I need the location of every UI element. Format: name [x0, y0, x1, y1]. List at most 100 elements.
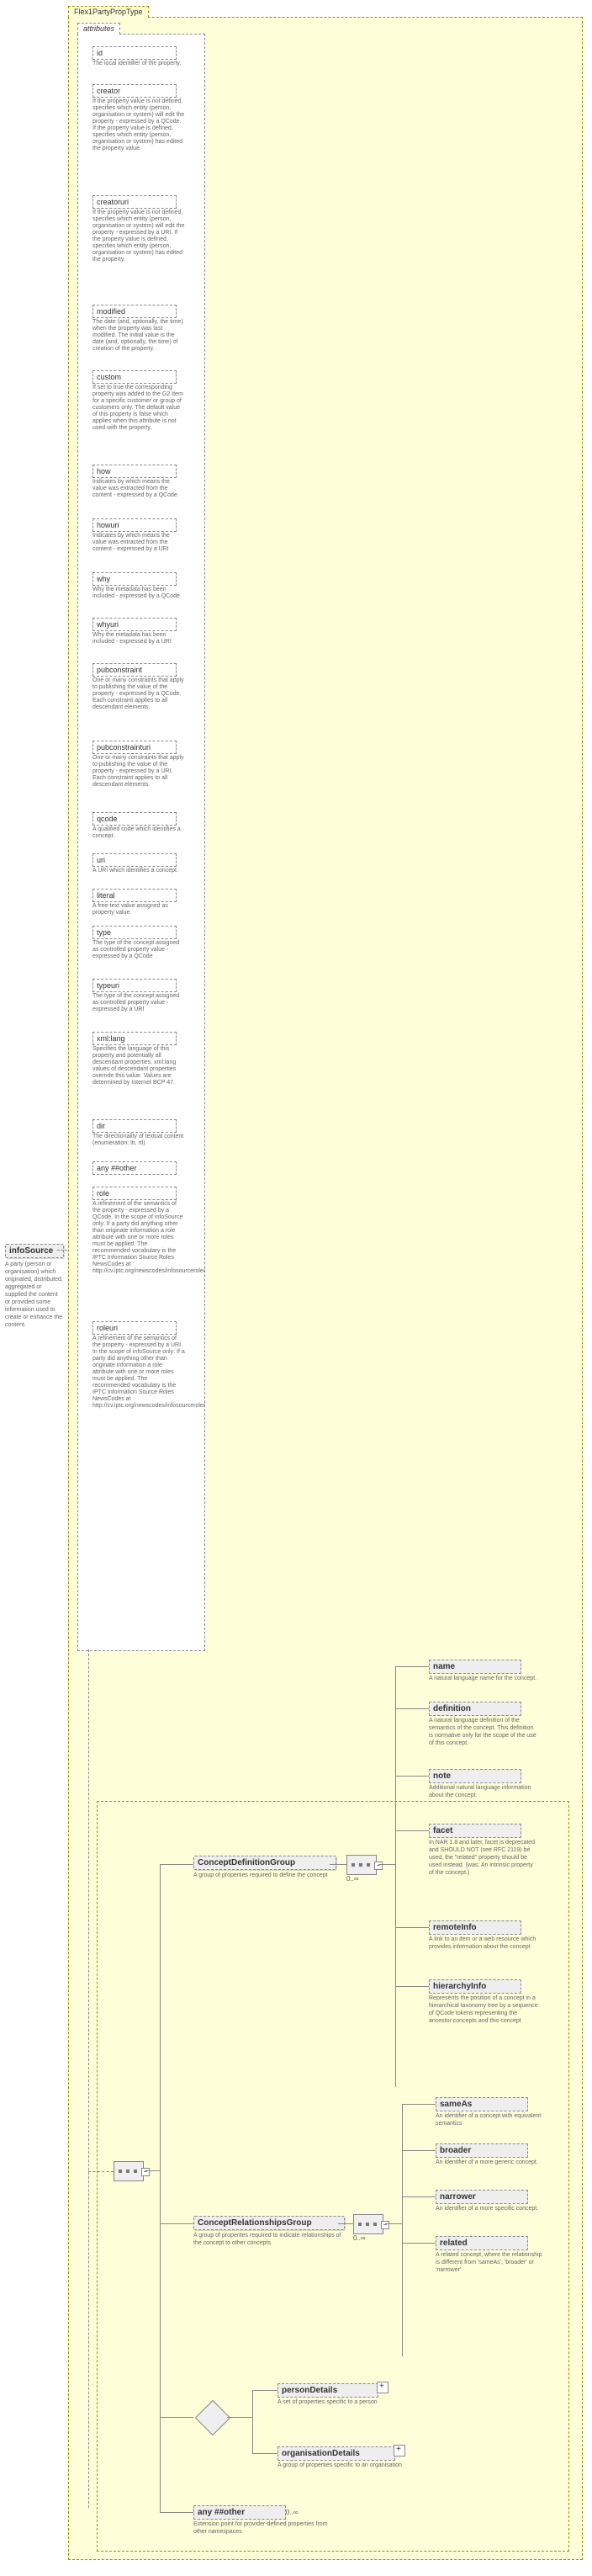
node-title: organisationDetails	[282, 2449, 360, 2458]
node-hierarchyInfo-desc: Represents the position of a concept in …	[429, 1994, 538, 2025]
node-sameAs[interactable]: sameAs	[436, 2097, 528, 2111]
attr-custom[interactable]: custom	[92, 370, 177, 384]
sequence-icon[interactable]: −	[353, 2214, 383, 2234]
node-broader-desc: An identifier of a more generic concept.	[436, 2159, 545, 2166]
attr-pubconstrainturi[interactable]: pubconstrainturi	[92, 741, 177, 754]
node-personDetails[interactable]: personDetails	[278, 2383, 378, 2398]
node-facet-desc: In NAR 1.8 and later, facet is deprecate…	[429, 1839, 538, 1877]
node-broader[interactable]: broader	[436, 2143, 528, 2158]
expand-icon[interactable]: +	[394, 2445, 405, 2456]
attr-label: any ##other	[97, 1164, 137, 1172]
connector	[402, 2243, 436, 2244]
attr-label: literal	[97, 891, 115, 900]
cardinality: 0..∞	[346, 1875, 359, 1883]
node-personDetails-desc: A set of properties specific to a person	[278, 2398, 395, 2406]
attr-type-desc: The type of the concept assigned as cont…	[92, 940, 185, 960]
attr-howuri-desc: Indicates by which means the value was e…	[92, 533, 185, 553]
node-title: related	[440, 2239, 468, 2248]
attr-literal-desc: A free-text value assigned as property v…	[92, 903, 185, 916]
attr-label: role	[97, 1189, 109, 1198]
node-facet[interactable]: facet	[429, 1824, 521, 1838]
node-title: note	[433, 1771, 451, 1781]
sequence-icon[interactable]: −	[114, 2161, 144, 2181]
attr-how[interactable]: how	[92, 465, 177, 478]
connector	[160, 2417, 193, 2418]
attr-uri[interactable]: uri	[92, 853, 177, 867]
connector	[145, 2170, 160, 2171]
attr-label: modified	[97, 307, 125, 316]
attr-qcode-desc: A qualified code which identifies a conc…	[92, 826, 185, 840]
attr-type[interactable]: type	[92, 926, 177, 939]
cardinality: 0..∞	[286, 2509, 299, 2516]
attr-label: howuri	[97, 521, 119, 529]
attr-how-desc: Indicates by which means the value was e…	[92, 479, 185, 499]
node-any-other[interactable]: any ##other	[193, 2505, 286, 2520]
node-narrower[interactable]: narrower	[436, 2190, 528, 2204]
connector	[402, 2104, 403, 2356]
connector	[88, 2171, 114, 2172]
attr-typeuri[interactable]: typeuri	[92, 979, 177, 992]
attr-qcode[interactable]: qcode	[92, 812, 177, 826]
connector	[395, 1666, 429, 1667]
attr-modified-desc: The date (and, optionally, the time) whe…	[92, 319, 185, 353]
cardinality: 0..∞	[353, 2234, 366, 2242]
node-remoteInfo[interactable]: remoteInfo	[429, 1920, 521, 1935]
node-hierarchyInfo[interactable]: hierarchyInfo	[429, 1979, 521, 1994]
attr-modified[interactable]: modified	[92, 305, 177, 318]
attr-creator-desc: If the property value is not defined, sp…	[92, 98, 185, 152]
attr-label: roleuri	[97, 1324, 118, 1332]
connector	[395, 1927, 429, 1928]
attr-custom-desc: If set to true the corresponding propert…	[92, 385, 185, 432]
node-definition[interactable]: definition	[429, 1702, 521, 1716]
attr-pubconstraint[interactable]: pubconstraint	[92, 663, 177, 677]
attr-dir[interactable]: dir	[92, 1119, 177, 1133]
attr-label: qcode	[97, 815, 118, 823]
connector	[395, 1776, 429, 1777]
cdg-desc: A group of properties required to define…	[193, 1872, 341, 1879]
attr-howuri[interactable]: howuri	[92, 518, 177, 532]
inner-type-box	[97, 1801, 569, 2552]
node-infoSource[interactable]: infoSource	[5, 1244, 64, 1258]
attr-why[interactable]: why	[92, 572, 177, 586]
connector	[160, 1864, 161, 2512]
collapse-icon[interactable]: −	[374, 1862, 383, 1870]
node-title: definition	[433, 1704, 471, 1713]
connector	[57, 1250, 67, 1251]
node-narrower-desc: An identifier of a more specific concept…	[436, 2205, 545, 2212]
node-ConceptDefinitionGroup[interactable]: ConceptDefinitionGroup	[193, 1856, 336, 1870]
attr-anyother1[interactable]: any ##other	[92, 1161, 177, 1175]
expand-icon[interactable]: +	[377, 2382, 388, 2393]
node-title: narrower	[440, 2192, 476, 2202]
connector	[395, 1708, 429, 1709]
node-sameAs-desc: An identifier of a concept with equivale…	[436, 2112, 545, 2127]
node-any-other-desc: Extension point for provider-defined pro…	[193, 2520, 328, 2536]
node-title: name	[433, 1662, 455, 1671]
collapse-icon[interactable]: −	[141, 2168, 150, 2176]
node-ConceptRelationshipsGroup[interactable]: ConceptRelationshipsGroup	[193, 2216, 345, 2230]
node-note[interactable]: note	[429, 1769, 521, 1783]
attr-dir-desc: The directionality of textual content (e…	[92, 1134, 185, 1147]
node-related[interactable]: related	[436, 2236, 528, 2250]
attr-role[interactable]: role	[92, 1187, 177, 1200]
attr-id-desc: The local identifier of the property.	[92, 61, 185, 67]
crg-desc: A group of properites required to indica…	[193, 2232, 345, 2247]
node-title: hierarchyInfo	[433, 1982, 486, 1991]
attr-roleuri[interactable]: roleuri	[92, 1321, 177, 1335]
type-header-tab: Flex1PartyPropType	[68, 6, 149, 18]
node-title: any ##other	[198, 2508, 245, 2517]
node-name[interactable]: name	[429, 1660, 521, 1674]
collapse-icon[interactable]: −	[381, 2221, 389, 2229]
sequence-icon[interactable]: −	[346, 1855, 377, 1875]
attr-label: id	[97, 49, 103, 57]
attr-id[interactable]: id	[92, 46, 177, 60]
node-organisationDetails[interactable]: organisationDetails	[278, 2446, 395, 2461]
attr-why-desc: Why the metadata has been included - exp…	[92, 587, 185, 600]
attr-creator[interactable]: creator	[92, 84, 177, 98]
attr-creatoruri[interactable]: creatoruri	[92, 195, 177, 209]
attr-literal[interactable]: literal	[92, 889, 177, 902]
attributes-label-tab: attributes	[77, 23, 120, 35]
attr-whyuri[interactable]: whyuri	[92, 618, 177, 631]
node-title: personDetails	[282, 2386, 337, 2395]
connector	[88, 1649, 89, 2508]
attr-xmllang[interactable]: xml:lang	[92, 1032, 177, 1045]
